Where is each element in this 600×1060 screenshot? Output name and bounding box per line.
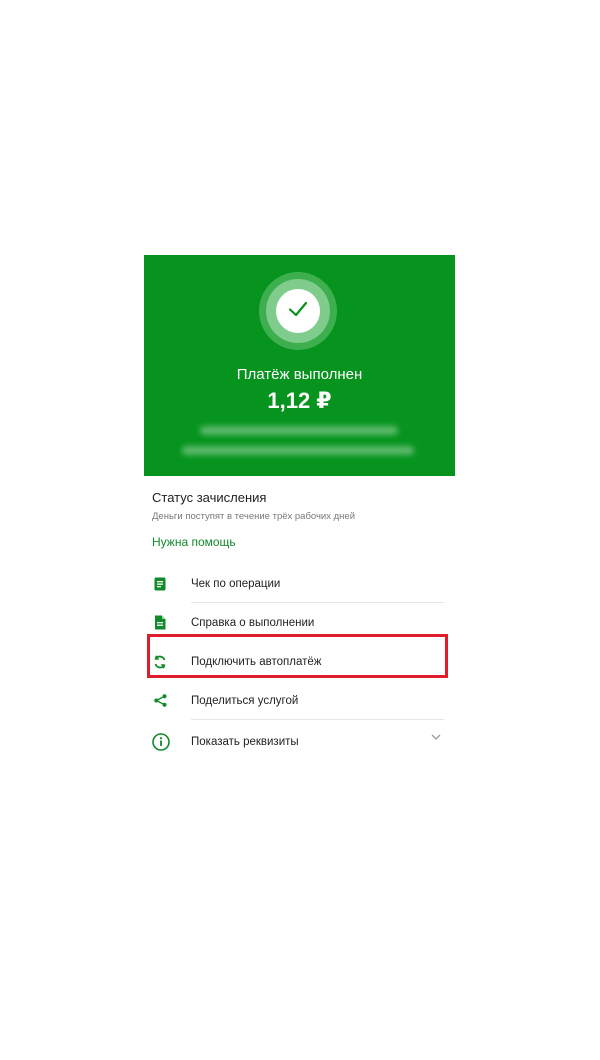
autopay-highlight-frame (147, 634, 448, 678)
blurred-recipient-line (182, 446, 414, 455)
receipt-label: Чек по операции (191, 577, 281, 590)
receipt-row[interactable]: Чек по операции (144, 564, 455, 603)
status-section: Статус зачисления Деньги поступят в тече… (144, 476, 455, 551)
status-title: Статус зачисления (152, 490, 267, 505)
document-icon (152, 615, 168, 631)
help-link[interactable]: Нужна помощь (152, 535, 236, 549)
success-banner: Платёж выполнен 1,12 ₽ (144, 255, 455, 476)
share-label: Поделиться услугой (191, 694, 299, 707)
blurred-recipient-line (200, 426, 398, 435)
chevron-down-icon[interactable] (431, 732, 441, 742)
payment-amount: 1,12 ₽ (267, 388, 332, 413)
info-icon (152, 733, 170, 751)
share-row[interactable]: Поделиться услугой (144, 681, 455, 720)
details-row[interactable]: Показать реквизиты (144, 720, 455, 764)
share-icon (152, 693, 168, 709)
certificate-label: Справка о выполнении (191, 616, 315, 629)
payment-result-card: Платёж выполнен 1,12 ₽ Статус зачисления… (144, 255, 455, 764)
checkmark-icon (287, 298, 309, 325)
receipt-icon (152, 576, 168, 592)
details-label: Показать реквизиты (191, 736, 299, 748)
status-subtitle: Деньги поступят в течение трёх рабочих д… (152, 511, 356, 522)
payment-status-title: Платёж выполнен (236, 366, 363, 383)
success-badge (259, 272, 337, 350)
